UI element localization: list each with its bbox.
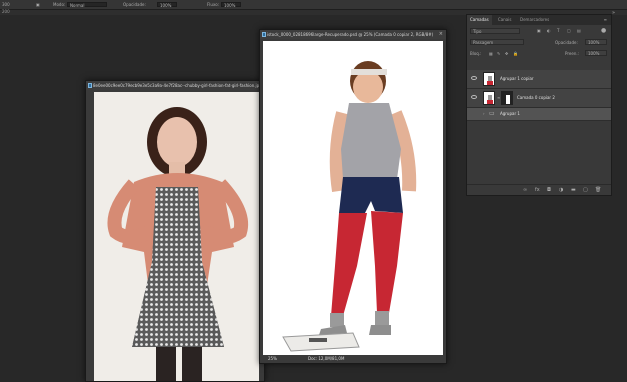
document-tab-left[interactable]: 8e0ee00c9ee0c79ecb9e3e5c3a9a-4e7f28ac--c… (86, 81, 264, 90)
tab-layers[interactable]: Camadas (467, 15, 492, 25)
file-icon (88, 83, 92, 88)
document-window-right[interactable]: istock_0000_02818696large-Recuperado.psd… (259, 29, 447, 364)
mode-select[interactable]: Normal (67, 2, 107, 8)
new-group-icon[interactable]: ▬ (571, 187, 576, 193)
delete-layer-icon[interactable]: 🗑 (595, 187, 601, 193)
panel-menu-icon[interactable]: ≡ (604, 17, 607, 22)
blend-mode-value: Passagem (473, 40, 494, 45)
fill-label: Preen.: (565, 51, 579, 56)
fill-value: 100% (588, 51, 600, 56)
document-window-left[interactable]: 8e0ee00c9ee0c79ecb9e3e5c3a9a-4e7f28ac--c… (85, 80, 265, 382)
layer-thumbnail (483, 91, 495, 105)
filter-shape-icon[interactable]: ▢ (567, 28, 571, 33)
group-expand-chevron-icon[interactable]: › (483, 111, 485, 116)
options-bar: 300 ▣ Modo: Normal Opacidade: 100% Fluxo… (0, 0, 627, 10)
opacity-field-value: 100% (160, 3, 172, 8)
fill-field[interactable]: 100% (585, 50, 607, 56)
flow-label: Fluxo: (207, 2, 219, 7)
layer-row[interactable]: Agrupar 1 copiar (467, 70, 611, 89)
flow-field[interactable]: 100% (221, 2, 241, 8)
layer-thumbnail-image (487, 95, 493, 104)
zoom-hint: 200 (2, 9, 10, 14)
woman-photo-left (94, 92, 259, 381)
lock-position-icon[interactable]: ✥ (505, 51, 508, 56)
mode-label: Modo: (53, 2, 66, 7)
document-info: Doc: 12,0M/81,0M (308, 356, 345, 361)
lock-pixels-icon[interactable]: ▦ (489, 51, 493, 56)
layers-panel: Camadas Canais Demarcadores ≡ Tipo ▣ ◐ T… (466, 14, 612, 196)
brush-preset-icon[interactable]: ▣ (36, 0, 40, 9)
layer-row[interactable]: ∞ Camada 0 copiar 2 (467, 89, 611, 108)
document-title-right: istock_0000_02818696large-Recuperado.psd… (267, 32, 434, 37)
layer-mask-image (506, 95, 510, 104)
tab-channels[interactable]: Canais (495, 15, 514, 25)
file-icon (262, 32, 266, 37)
document-tab-right[interactable]: istock_0000_02818696large-Recuperado.psd… (260, 30, 446, 39)
layer-style-fx-icon[interactable]: fx (535, 187, 540, 193)
lock-image-icon[interactable]: ✎ (497, 51, 500, 56)
new-layer-icon[interactable]: ▢ (583, 187, 588, 193)
add-mask-icon[interactable]: ◘ (547, 187, 551, 193)
layer-name: Agrupar 1 (500, 111, 520, 116)
opacity-field[interactable]: 100% (157, 2, 177, 8)
layers-list: Agrupar 1 copiar ∞ Camada 0 copiar 2 › ▭… (467, 70, 611, 130)
lock-label: Bloq.: (470, 51, 482, 56)
lock-all-icon[interactable]: 🔒 (513, 51, 518, 56)
filter-adjustment-icon[interactable]: ◐ (547, 28, 551, 33)
status-bar: 25% Doc: 12,0M/81,0M (260, 355, 446, 363)
layer-name: Camada 0 copiar 2 (517, 95, 555, 100)
adjustment-layer-icon[interactable]: ◑ (559, 187, 563, 193)
layer-thumbnail (483, 72, 495, 86)
filter-toggle-icon[interactable]: ● (601, 27, 606, 34)
layers-panel-footer: ∞ fx ◘ ◑ ▬ ▢ 🗑 (467, 184, 611, 195)
filter-kind-value: Tipo (473, 29, 482, 34)
layer-group-row[interactable]: › ▭ Agrupar 1 (467, 108, 611, 121)
filter-type-icon[interactable]: T (557, 28, 559, 33)
panel-collapse-icon[interactable]: » (612, 10, 615, 16)
layer-name: Agrupar 1 copiar (500, 76, 534, 81)
panel-tabs: Camadas Canais Demarcadores ≡ (467, 15, 611, 25)
visibility-eye-icon[interactable] (471, 95, 477, 99)
mode-select-value: Normal (70, 3, 85, 8)
layer-mask-thumbnail[interactable] (501, 91, 513, 105)
filter-smartobject-icon[interactable]: ▤ (577, 28, 581, 33)
visibility-eye-icon[interactable] (471, 76, 477, 80)
layer-thumbnail-image (487, 76, 493, 85)
brush-size-value[interactable]: 300 (2, 0, 10, 9)
opacity-label: Opacidade: (555, 40, 578, 45)
zoom-level[interactable]: 25% (268, 355, 277, 363)
canvas-left[interactable] (94, 92, 259, 381)
canvas-right[interactable] (263, 41, 443, 355)
tab-paths[interactable]: Demarcadores (517, 15, 552, 25)
opacity-label: Opacidade: (123, 2, 146, 7)
filter-pixel-icon[interactable]: ▣ (537, 28, 541, 33)
folder-icon: ▭ (489, 110, 495, 117)
blend-mode-select[interactable]: Passagem (470, 39, 524, 45)
woman-on-scale-photo (263, 41, 443, 355)
flow-field-value: 100% (224, 3, 236, 8)
layer-opacity-value: 100% (588, 40, 600, 45)
filter-kind-select[interactable]: Tipo (470, 28, 520, 34)
link-icon[interactable]: ∞ (497, 95, 500, 100)
close-icon[interactable]: × (439, 30, 443, 39)
link-layers-icon[interactable]: ∞ (523, 187, 527, 193)
layer-opacity-field[interactable]: 100% (585, 39, 607, 45)
document-title-left: 8e0ee00c9ee0c79ecb9e3e5c3a9a-4e7f28ac--c… (93, 83, 262, 88)
